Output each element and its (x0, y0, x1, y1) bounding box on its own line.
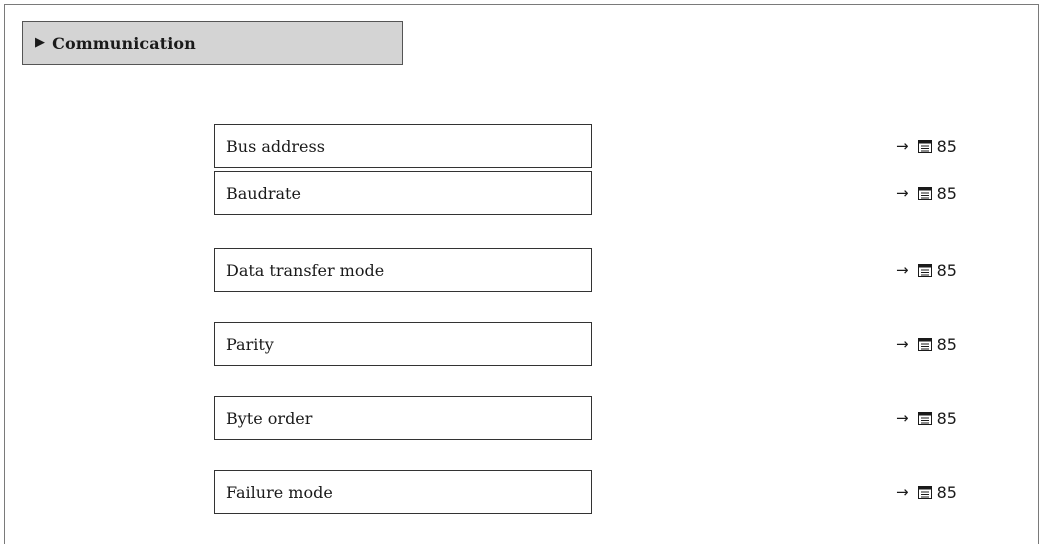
arrow-right-icon: → (896, 409, 909, 427)
param-label: Data transfer mode (226, 260, 385, 280)
param-parity[interactable]: Parity (214, 322, 592, 366)
page-number: 85 (936, 136, 957, 156)
communication-menu-header[interactable]: ▶ Communication (22, 21, 403, 65)
book-icon (917, 186, 932, 200)
page-number: 85 (936, 482, 957, 502)
param-data-transfer-mode[interactable]: Data transfer mode (214, 248, 592, 292)
page-number: 85 (936, 183, 957, 203)
page-number: 85 (936, 334, 957, 354)
arrow-right-icon: → (896, 335, 909, 353)
menu-triangle-icon: ▶ (35, 34, 46, 50)
arrow-right-icon: → (896, 483, 909, 501)
book-icon (917, 337, 932, 351)
page-reference[interactable]: → 85 (896, 171, 957, 215)
page-reference[interactable]: → 85 (896, 322, 957, 366)
page-reference[interactable]: → 85 (896, 248, 957, 292)
arrow-right-icon: → (896, 261, 909, 279)
param-label: Failure mode (226, 482, 333, 502)
page-number: 85 (936, 408, 957, 428)
page-reference[interactable]: → 85 (896, 470, 957, 514)
page-reference[interactable]: → 85 (896, 396, 957, 440)
param-label: Bus address (226, 136, 325, 156)
arrow-right-icon: → (896, 137, 909, 155)
book-icon (917, 411, 932, 425)
param-failure-mode[interactable]: Failure mode (214, 470, 592, 514)
page-number: 85 (936, 260, 957, 280)
book-icon (917, 263, 932, 277)
book-icon (917, 485, 932, 499)
menu-title: Communication (52, 33, 196, 53)
param-baudrate[interactable]: Baudrate (214, 171, 592, 215)
book-icon (917, 139, 932, 153)
param-label: Byte order (226, 408, 313, 428)
param-byte-order[interactable]: Byte order (214, 396, 592, 440)
param-label: Parity (226, 334, 274, 354)
param-label: Baudrate (226, 183, 301, 203)
page-reference[interactable]: → 85 (896, 124, 957, 168)
arrow-right-icon: → (896, 184, 909, 202)
param-bus-address[interactable]: Bus address (214, 124, 592, 168)
